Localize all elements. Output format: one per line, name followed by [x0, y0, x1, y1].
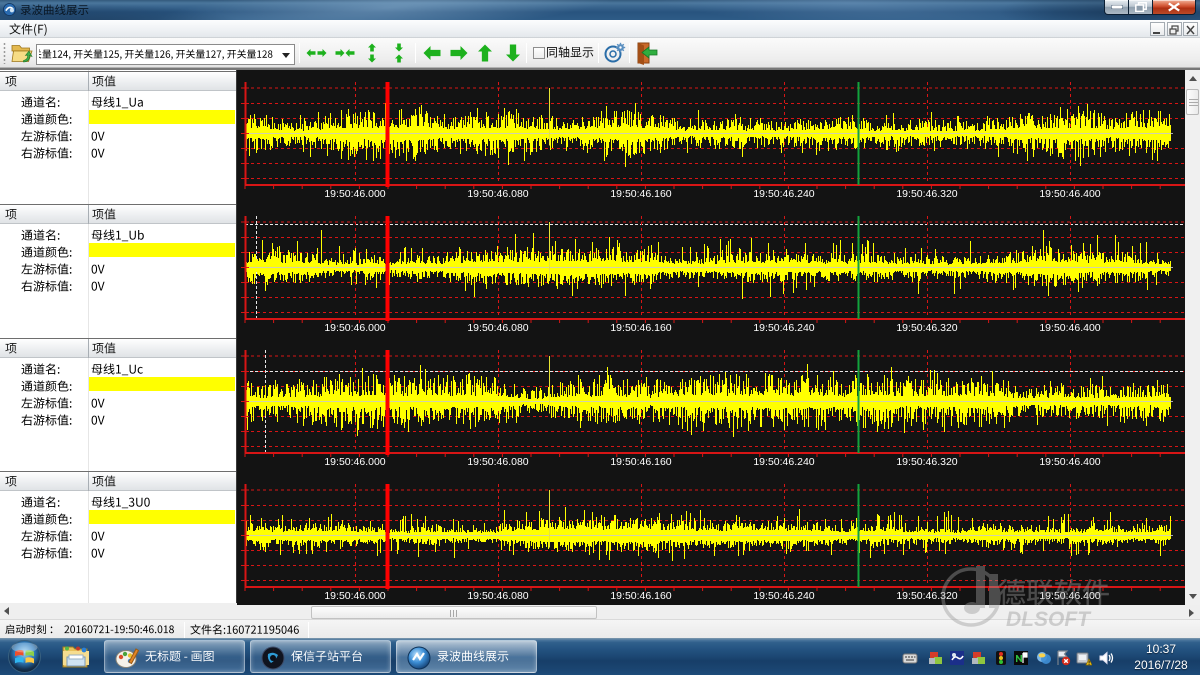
svg-text:19:50:46.080: 19:50:46.080 — [467, 590, 528, 602]
svg-text:19:50:46.080: 19:50:46.080 — [467, 456, 528, 468]
svg-text:19:50:46.000: 19:50:46.000 — [324, 322, 385, 334]
svg-text:19:50:46.000: 19:50:46.000 — [324, 590, 385, 602]
svg-text:19:50:46.160: 19:50:46.160 — [610, 590, 671, 602]
svg-text:19:50:46.320: 19:50:46.320 — [896, 188, 957, 200]
svg-text:19:50:46.240: 19:50:46.240 — [753, 590, 814, 602]
svg-text:19:50:46.400: 19:50:46.400 — [1039, 456, 1100, 468]
svg-text:19:50:46.160: 19:50:46.160 — [610, 456, 671, 468]
svg-text:19:50:46.000: 19:50:46.000 — [324, 456, 385, 468]
svg-text:19:50:46.240: 19:50:46.240 — [753, 188, 814, 200]
svg-text:19:50:46.000: 19:50:46.000 — [324, 188, 385, 200]
svg-text:19:50:46.080: 19:50:46.080 — [467, 322, 528, 334]
svg-text:19:50:46.080: 19:50:46.080 — [467, 188, 528, 200]
svg-text:19:50:46.160: 19:50:46.160 — [610, 188, 671, 200]
svg-text:19:50:46.320: 19:50:46.320 — [896, 456, 957, 468]
svg-text:19:50:46.240: 19:50:46.240 — [753, 322, 814, 334]
svg-text:19:50:46.400: 19:50:46.400 — [1039, 188, 1100, 200]
svg-text:19:50:46.320: 19:50:46.320 — [896, 590, 957, 602]
svg-text:19:50:46.320: 19:50:46.320 — [896, 322, 957, 334]
svg-text:19:50:46.160: 19:50:46.160 — [610, 322, 671, 334]
svg-text:19:50:46.400: 19:50:46.400 — [1039, 590, 1100, 602]
svg-text:19:50:46.400: 19:50:46.400 — [1039, 322, 1100, 334]
svg-text:19:50:46.240: 19:50:46.240 — [753, 456, 814, 468]
